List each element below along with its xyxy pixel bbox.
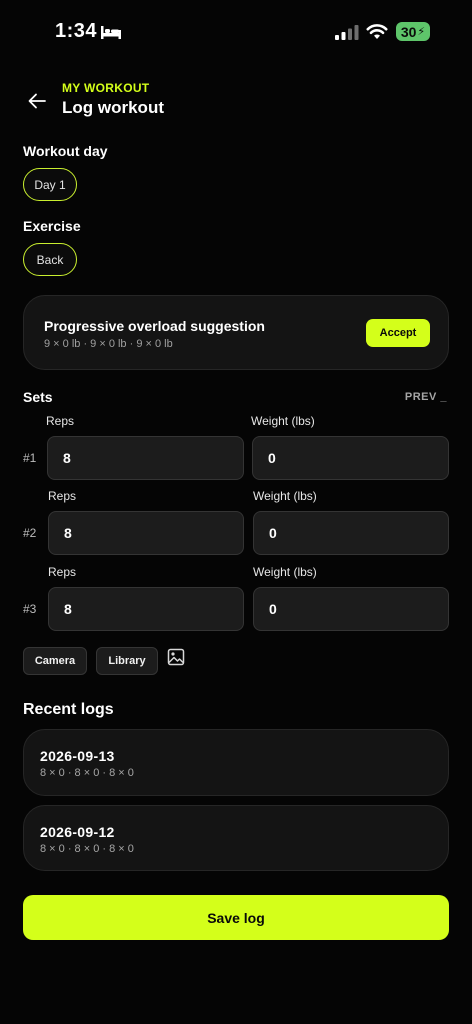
reps-input[interactable]: 8	[47, 436, 244, 480]
exercise-chip[interactable]: Back	[23, 243, 77, 276]
page-title: Log workout	[62, 98, 164, 117]
set-number: #3	[23, 602, 37, 616]
header-eyebrow: MY WORKOUT	[62, 81, 150, 95]
weight-label: Weight (lbs)	[253, 489, 317, 503]
set-number: #2	[23, 526, 37, 540]
status-time: 1:34	[55, 20, 98, 42]
suggestion-detail: 9 × 0 lb · 9 × 0 lb · 9 × 0 lb	[44, 338, 173, 350]
reps-label: Reps	[46, 414, 75, 428]
reps-label: Reps	[48, 565, 77, 579]
wifi-icon	[366, 24, 388, 39]
prev-toggle[interactable]: PREV _	[405, 391, 447, 403]
weight-label: Weight (lbs)	[251, 414, 315, 428]
status-bar: 1:34 30 ⚡	[0, 0, 472, 64]
workout-day-label: Workout day	[23, 143, 108, 159]
log-date: 2026-09-12	[40, 824, 115, 840]
weight-input[interactable]: 0	[252, 436, 449, 480]
battery-level: 30	[400, 23, 417, 40]
library-button[interactable]: Library	[96, 647, 158, 675]
image-icon[interactable]	[167, 648, 185, 666]
reps-input[interactable]: 8	[48, 587, 244, 631]
reps-input[interactable]: 8	[48, 511, 244, 555]
camera-button[interactable]: Camera	[23, 647, 87, 675]
workout-day-chip[interactable]: Day 1	[23, 168, 77, 201]
log-entry-card[interactable]: 2026-09-13 8 × 0 · 8 × 0 · 8 × 0	[23, 729, 449, 796]
bed-icon	[101, 26, 121, 39]
log-detail: 8 × 0 · 8 × 0 · 8 × 0	[40, 843, 134, 855]
weight-label: Weight (lbs)	[253, 565, 317, 579]
set-number: #1	[23, 451, 37, 465]
log-entry-card[interactable]: 2026-09-12 8 × 0 · 8 × 0 · 8 × 0	[23, 805, 449, 871]
log-date: 2026-09-13	[40, 748, 115, 764]
recent-logs-title: Recent logs	[23, 701, 114, 718]
suggestion-title: Progressive overload suggestion	[44, 318, 265, 334]
reps-label: Reps	[48, 489, 77, 503]
save-log-button[interactable]: Save log	[23, 895, 449, 940]
log-detail: 8 × 0 · 8 × 0 · 8 × 0	[40, 767, 134, 779]
weight-input[interactable]: 0	[253, 587, 449, 631]
accept-button[interactable]: Accept	[366, 319, 430, 347]
weight-input[interactable]: 0	[253, 511, 449, 555]
arrow-left-icon[interactable]	[26, 90, 48, 112]
exercise-label: Exercise	[23, 218, 81, 234]
battery-charging-icon: ⚡	[417, 26, 426, 38]
battery-indicator: 30 ⚡	[396, 22, 430, 41]
signal-icon	[335, 25, 359, 40]
sets-title: Sets	[23, 389, 53, 405]
overload-suggestion-card: Progressive overload suggestion 9 × 0 lb…	[23, 295, 449, 370]
